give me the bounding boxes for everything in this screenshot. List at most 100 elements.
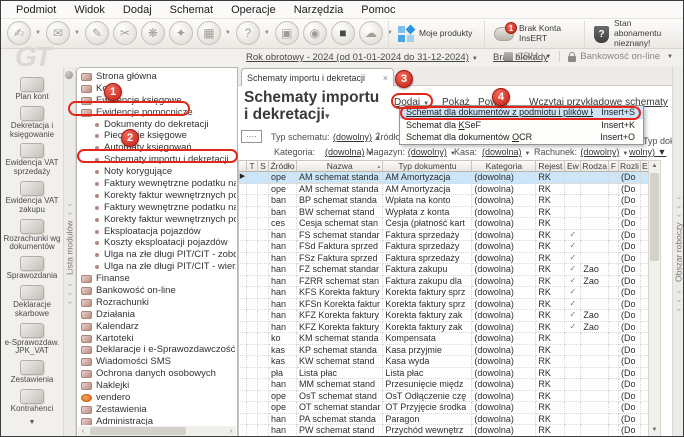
module-plan-kont[interactable]: Plan kont bbox=[2, 77, 62, 102]
tree-item-ochrona-danych-osobowych[interactable]: Ochrona danych osobowych bbox=[79, 368, 236, 380]
table-row[interactable]: opeAM schemat standaAM Amortyzacja(dowol… bbox=[238, 184, 656, 196]
menu-item-schemat-dla-ksef[interactable]: Schemat dla KSeFInsert+K bbox=[400, 119, 643, 132]
column-header-typ-dokumentu[interactable]: Typ dokumentu bbox=[383, 160, 472, 172]
crm-menu[interactable]: CRM▼ bbox=[504, 51, 552, 62]
chevron-down-icon[interactable]: ▼ bbox=[74, 30, 80, 36]
menubar-item-podmiot[interactable]: Podmiot bbox=[7, 4, 65, 16]
tree-item-koszty-eksploatacji-pojazd-w[interactable]: Koszty eksploatacji pojazdów bbox=[79, 237, 236, 249]
tree-item-wiadomo-ci-sms[interactable]: Wiadomości SMS bbox=[79, 356, 236, 368]
table-row[interactable]: hanKFSn Korekta fakturKorekta faktury sp… bbox=[238, 299, 656, 311]
journal-icon[interactable]: ❋ bbox=[141, 21, 165, 45]
tree-item-administracja[interactable]: Administracja bbox=[79, 416, 236, 425]
column-header-rejest[interactable]: Rejest bbox=[536, 160, 565, 172]
column-header-rozli[interactable]: Rozli bbox=[619, 160, 641, 172]
tree-item-naklejki[interactable]: Naklejki bbox=[79, 380, 236, 392]
scroll-left-icon[interactable]: ‹ bbox=[78, 428, 88, 435]
table-row[interactable]: banBP schemat standaWpłata na konto(dowo… bbox=[238, 195, 656, 207]
filter-kasa-value[interactable]: (dowolna)▼ bbox=[482, 147, 530, 157]
tree-item-korekty-faktur-wewn-trznych-poda[interactable]: Korekty faktur wewnętrznych poda bbox=[79, 214, 236, 226]
chevron-down-icon[interactable]: ▼ bbox=[225, 30, 231, 36]
menubar-item-narz-dzia[interactable]: Narzędzia bbox=[285, 4, 353, 16]
insert-account-button[interactable]: 1Brak Konta InsERT bbox=[484, 21, 584, 47]
column-header-kategoria[interactable]: Kategoria bbox=[472, 160, 536, 172]
fiscal-year-selector[interactable]: Rok obrotowy - 2024 (od 01-01-2024 do 31… bbox=[246, 52, 478, 63]
tree-item-kalendarz[interactable]: Kalendarz bbox=[79, 321, 236, 333]
help-icon[interactable]: ? bbox=[236, 21, 260, 45]
link-icon[interactable]: ✦ bbox=[169, 21, 193, 45]
scrollbar-thumb[interactable] bbox=[90, 427, 186, 435]
tree-item-konta[interactable]: Konta bbox=[79, 83, 236, 95]
close-tab-icon[interactable]: × bbox=[383, 73, 388, 83]
menu-item-schemat-dla-dokument-w-z-podmiotu-i-plik-w-komunikacji[interactable]: Schemat dla dokumentów z podmiotu i plik… bbox=[400, 106, 643, 119]
cloud-icon[interactable]: ☁ bbox=[359, 21, 383, 45]
workspace-strip-toggle[interactable]: ‹ ‹ ‹Obszar roboczy‹ ‹ ‹ bbox=[672, 67, 684, 437]
menubar-item-widok[interactable]: Widok bbox=[65, 4, 114, 16]
tree-item-vendero[interactable]: vendero bbox=[79, 392, 236, 404]
tab-schematy-importu[interactable]: Schematy importu i dekretacji × bbox=[241, 68, 394, 86]
table-row[interactable]: opeOsT schemat standOsT Odłączenie czę(d… bbox=[238, 391, 656, 403]
table-row[interactable]: hanKFS Korekta fakturyKorekta faktury sp… bbox=[238, 287, 656, 299]
tree-item-rozrachunki[interactable]: Rozrachunki bbox=[79, 297, 236, 309]
tree-horizontal-scrollbar[interactable]: ‹ › bbox=[78, 426, 236, 436]
pin-icon[interactable] bbox=[65, 71, 73, 79]
table-row[interactable]: hanKFZ Korekta fakturyKorekta faktury za… bbox=[238, 310, 656, 322]
document-icon[interactable]: ✂ bbox=[113, 21, 137, 45]
tree-item-ulga-na-z-e-d-ugi-pit-cit-wierzytel[interactable]: Ulga na złe długi PIT/CIT - wierzytel bbox=[79, 261, 236, 273]
table-row[interactable]: hanPA schemat standaParagon(dowolna)RK(D… bbox=[238, 414, 656, 426]
table-row[interactable]: hanFSz Faktura sprzedFaktura sprzedaży(d… bbox=[238, 253, 656, 265]
menubar-item-pomoc[interactable]: Pomoc bbox=[352, 4, 404, 16]
my-products-button[interactable]: Moje produkty bbox=[388, 21, 484, 47]
row-selector-header[interactable] bbox=[238, 160, 247, 172]
module-ewidencja-vat-sprzeda-y[interactable]: Ewidencja VAT sprzedaży bbox=[2, 143, 62, 177]
module-sprawozdania[interactable]: Sprawozdania bbox=[2, 256, 62, 281]
menubar-item-dodaj[interactable]: Dodaj bbox=[114, 4, 161, 16]
chevron-down-icon[interactable]: ▼ bbox=[264, 30, 270, 36]
filter-magazyn-value[interactable]: (dowolny)▼ bbox=[408, 147, 456, 157]
more-modules-icon[interactable]: ▼ bbox=[29, 419, 36, 426]
column-header-s[interactable]: S bbox=[258, 160, 269, 172]
tree-item-faktury-wewn-trzne-podatku-nale[interactable]: Faktury wewnętrzne podatku należ bbox=[79, 178, 236, 190]
tree-item-automaty-ksi-gowa[interactable]: Automaty księgowań bbox=[79, 142, 236, 154]
scrollbar-thumb[interactable] bbox=[650, 173, 659, 261]
module-kontrahenci[interactable]: Kontrahenci bbox=[2, 389, 62, 414]
scroll-up-icon[interactable]: ▲ bbox=[649, 161, 660, 172]
filter-rachunek-value[interactable]: (dowolny)▼ bbox=[580, 147, 628, 157]
tree-item-finanse[interactable]: Finanse bbox=[79, 273, 236, 285]
module-e-sprawozdaw-jpk-vat[interactable]: e-Sprawozdaw. JPK_VAT bbox=[2, 323, 62, 357]
online-banking-menu[interactable]: Bankowość on-line▼ bbox=[568, 51, 673, 62]
table-row[interactable]: kasKP schemat standaKasa przyjmie(dowoln… bbox=[238, 345, 656, 357]
tree-item-strona-g-wna[interactable]: Strona główna bbox=[79, 71, 236, 83]
table-row[interactable]: hanKFZ Korekta fakturyKorekta faktury za… bbox=[238, 322, 656, 334]
column-header-t[interactable]: T bbox=[247, 160, 258, 172]
module-dekretacja-i-ksi-gowanie[interactable]: Dekretacja i księgowanie bbox=[2, 106, 62, 140]
stamp-icon[interactable]: ✎ bbox=[85, 21, 109, 45]
tree-item-piecz-cie-ksi-gowe[interactable]: Pieczęcie księgowe bbox=[79, 130, 236, 142]
tree-item-bankowo-on-line[interactable]: Bankowość on-line bbox=[79, 285, 236, 297]
module-zestawienia[interactable]: Zestawienia bbox=[2, 360, 62, 385]
filter-search-input[interactable]: ···· bbox=[241, 130, 262, 143]
tree-item-faktury-wewn-trzne-podatku-nalicz[interactable]: Faktury wewnętrzne podatku nalicz bbox=[79, 202, 236, 214]
tree-item-ulga-na-z-e-d-ugi-pit-cit-zobowi[interactable]: Ulga na złe długi PIT/CIT - zobowią bbox=[79, 249, 236, 261]
table-row[interactable]: hanFZRR schemat stanFaktura zakupu dla(d… bbox=[238, 276, 656, 288]
module-ewidencja-vat-zakupu[interactable]: Ewidencja VAT zakupu bbox=[2, 181, 62, 215]
table-row[interactable]: płaLista płacLista płac(dowolna)RK(Do bbox=[238, 368, 656, 380]
column-header-ew[interactable]: Ew bbox=[565, 160, 581, 172]
tree-item-eksploatacja-pojazd-w[interactable]: Eksploatacja pojazdów bbox=[79, 226, 236, 238]
table-row[interactable]: kasKW schemat standKasa wyda(dowolna)RK(… bbox=[238, 356, 656, 368]
tree-item-kartoteki[interactable]: Kartoteki bbox=[79, 333, 236, 345]
tree-item-noty-koryguj-ce[interactable]: Noty korygujące bbox=[79, 166, 236, 178]
tree-item-dzia-ania[interactable]: Działania bbox=[79, 309, 236, 321]
column-header-r-d-o[interactable]: Źródło bbox=[269, 160, 297, 172]
table-row[interactable]: koKM schemat standaKompensata(dowolna)RK… bbox=[238, 333, 656, 345]
module-deklaracje-skarbowe[interactable]: Deklaracje skarbowe bbox=[2, 285, 62, 319]
scroll-down-icon[interactable]: ▼ bbox=[649, 425, 660, 436]
column-header-nazwa[interactable]: Nazwa▲ bbox=[297, 160, 383, 172]
menubar-item-operacje[interactable]: Operacje bbox=[222, 4, 285, 16]
table-row[interactable]: hanMM schemat standPrzesunięcie międz(do… bbox=[238, 379, 656, 391]
tree-item-deklaracje-i-e-sprawozdawczo[interactable]: Deklaracje i e-Sprawozdawczość bbox=[79, 344, 236, 356]
globe-icon[interactable]: ◉ bbox=[303, 21, 327, 45]
column-header-rodza[interactable]: Rodza bbox=[581, 160, 609, 172]
scroll-right-icon[interactable]: › bbox=[226, 428, 236, 435]
module-rozrachunki-wg-dokument-w[interactable]: Rozrachunki wg dokumentów bbox=[2, 219, 62, 253]
table-vertical-scrollbar[interactable]: ▲ ▼ bbox=[648, 160, 661, 437]
